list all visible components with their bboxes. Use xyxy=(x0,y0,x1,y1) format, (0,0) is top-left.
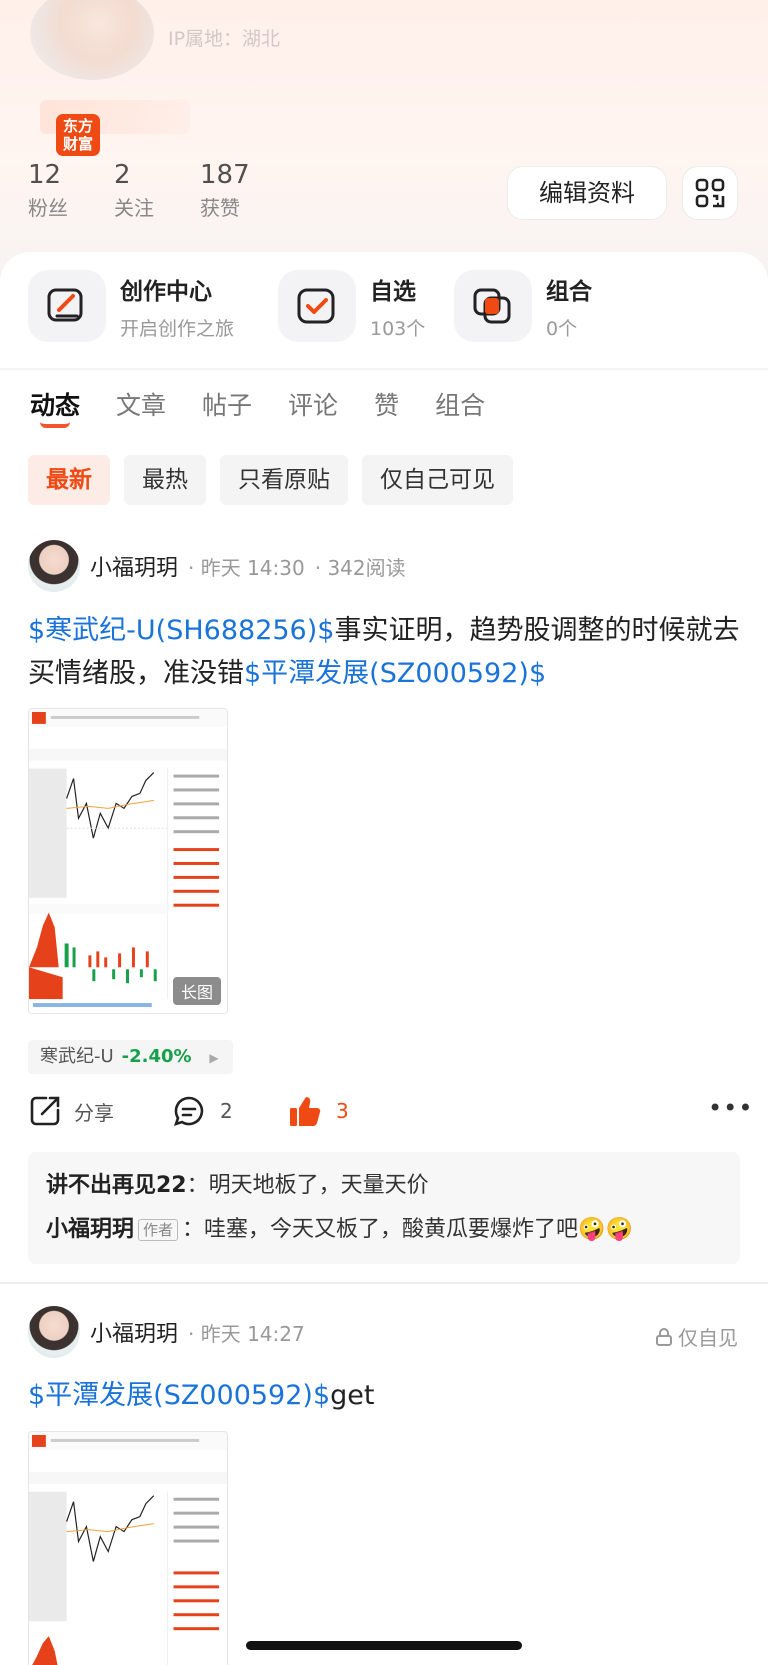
post1-username[interactable]: 小福玥玥 xyxy=(90,550,178,582)
eastmoney-logo-badge: 东方 财富 xyxy=(56,114,100,156)
stat-likes-label: 获赞 xyxy=(200,196,240,220)
qr-code-icon xyxy=(695,178,725,208)
portfolio-sub: 0个 xyxy=(546,317,578,340)
ip-location: IP属地：湖北 xyxy=(168,28,281,50)
post2-stock-link[interactable]: $平潭发展(SZ000592)$ xyxy=(28,1380,330,1411)
stat-follow-label: 关注 xyxy=(114,196,154,220)
watchlist-title: 自选 xyxy=(370,278,416,305)
filter-hot[interactable]: 最热 xyxy=(124,455,206,505)
visibility-label: 仅自见 xyxy=(678,1326,738,1350)
creation-center-title: 创作中心 xyxy=(120,278,212,305)
stock-chart-screenshot xyxy=(29,1432,227,1665)
stat-fans-label: 粉丝 xyxy=(28,196,68,220)
profile-stats: 12 粉丝 2 关注 187 获赞 xyxy=(28,160,286,221)
private-visibility: 仅自见 xyxy=(654,1322,738,1351)
filter-chips: 最新 最热 只看原贴 仅自己可见 xyxy=(28,455,527,505)
creation-icon xyxy=(28,270,106,342)
post1-actions: 分享 2 3 ••• xyxy=(28,1094,752,1134)
active-tab-indicator xyxy=(40,422,70,428)
portfolio-title: 组合 xyxy=(546,278,592,305)
share-label: 分享 xyxy=(74,1100,114,1125)
tab-articles[interactable]: 文章 xyxy=(116,386,166,422)
comment-text: 明天地板了，天量天价 xyxy=(208,1173,429,1198)
stat-fans[interactable]: 12 粉丝 xyxy=(28,160,114,221)
post1-stock-link-2[interactable]: $平潭发展(SZ000592)$ xyxy=(244,658,546,689)
stock-chart-screenshot xyxy=(29,709,227,1013)
related-stock-change: -2.40% xyxy=(121,1046,192,1067)
related-stock-name: 寒武纪-U xyxy=(40,1046,114,1067)
watchlist-icon xyxy=(278,270,356,342)
tab-comments[interactable]: 评论 xyxy=(288,386,338,422)
stat-follow-count: 2 xyxy=(114,160,131,190)
post2-text[interactable]: $平潭发展(SZ000592)$get xyxy=(28,1374,740,1417)
qr-code-button[interactable] xyxy=(682,166,738,220)
post1-text[interactable]: $寒武纪-U(SH688256)$事实证明，趋势股调整的时候就去买情绪股，准没错… xyxy=(28,609,740,695)
tab-likes[interactable]: 赞 xyxy=(374,386,399,422)
post1-avatar[interactable] xyxy=(28,540,80,592)
edit-profile-button[interactable]: 编辑资料 xyxy=(507,166,667,220)
comment-item: 小福玥玥 作者 ：哇塞，今天又板了，酸黄瓜要爆炸了吧🤪🤪 xyxy=(46,1217,633,1242)
filter-private-only[interactable]: 仅自己可见 xyxy=(362,455,513,505)
long-image-tag: 长图 xyxy=(172,977,221,1005)
creation-center-entry[interactable]: 创作中心 开启创作之旅 xyxy=(28,270,234,342)
comment-text: 哇塞，今天又板了，酸黄瓜要爆炸了吧🤪🤪 xyxy=(204,1217,633,1242)
post1-header: 小福玥玥 · 昨天 14:30 · 342阅读 xyxy=(28,540,406,592)
post2-username[interactable]: 小福玥玥 xyxy=(90,1316,178,1348)
post1-comment-preview[interactable]: 讲不出再见22：明天地板了，天量天价 小福玥玥 作者 ：哇塞，今天又板了，酸黄瓜要爆… xyxy=(28,1152,740,1264)
filter-original-only[interactable]: 只看原贴 xyxy=(220,455,348,505)
comment-item: 讲不出再见22：明天地板了，天量天价 xyxy=(46,1173,429,1198)
post1-image[interactable]: 长图 xyxy=(28,708,228,1014)
post2-avatar[interactable] xyxy=(28,1306,80,1358)
section-divider xyxy=(0,368,768,370)
share-icon xyxy=(30,1096,60,1126)
comment-button[interactable]: 2 xyxy=(172,1094,233,1128)
filter-latest[interactable]: 最新 xyxy=(28,455,110,505)
stat-likes-count: 187 xyxy=(200,160,250,190)
like-count: 3 xyxy=(336,1099,349,1123)
stat-fans-count: 12 xyxy=(28,160,62,190)
post2-body: get xyxy=(330,1380,375,1411)
post2-image[interactable] xyxy=(28,1431,228,1665)
comment-count: 2 xyxy=(220,1099,233,1123)
chevron-right-icon: ▶ xyxy=(209,1051,219,1065)
related-stock-chip[interactable]: 寒武纪-U -2.40% ▶ xyxy=(28,1040,233,1074)
like-button[interactable]: 3 xyxy=(288,1094,349,1128)
creation-center-sub: 开启创作之旅 xyxy=(120,317,235,340)
tab-posts[interactable]: 帖子 xyxy=(202,386,252,422)
lock-icon xyxy=(656,1327,672,1346)
post-separator xyxy=(0,1282,768,1284)
more-button[interactable]: ••• xyxy=(708,1094,753,1122)
post1-reads: · 342阅读 xyxy=(314,555,406,580)
post1-stock-link-1[interactable]: $寒武纪-U(SH688256)$ xyxy=(28,615,334,646)
stat-follow[interactable]: 2 关注 xyxy=(114,160,200,221)
thumbs-up-icon xyxy=(290,1097,321,1126)
post1-time: · 昨天 14:30 xyxy=(188,555,305,580)
comment-user[interactable]: 小福玥玥 xyxy=(46,1217,134,1242)
content-tabs: 动态 文章 帖子 评论 赞 组合 xyxy=(30,386,521,428)
comment-icon xyxy=(173,1096,204,1127)
author-tag: 作者 xyxy=(138,1219,179,1241)
portfolio-icon xyxy=(454,270,532,342)
watchlist-sub: 103个 xyxy=(370,317,426,340)
comment-user[interactable]: 讲不出再见22 xyxy=(46,1173,187,1198)
tab-activity-label: 动态 xyxy=(30,391,81,420)
portfolio-entry[interactable]: 组合 0个 xyxy=(454,270,592,342)
watchlist-entry[interactable]: 自选 103个 xyxy=(278,270,425,342)
tab-activity[interactable]: 动态 xyxy=(30,386,81,428)
post2-header: 小福玥玥 · 昨天 14:27 xyxy=(28,1306,305,1358)
tab-portfolio[interactable]: 组合 xyxy=(435,386,485,422)
more-icon: ••• xyxy=(708,1094,754,1122)
stat-likes[interactable]: 187 获赞 xyxy=(200,160,286,221)
home-indicator[interactable] xyxy=(246,1641,522,1650)
share-button[interactable]: 分享 xyxy=(28,1094,114,1128)
post2-time: · 昨天 14:27 xyxy=(188,1321,305,1346)
